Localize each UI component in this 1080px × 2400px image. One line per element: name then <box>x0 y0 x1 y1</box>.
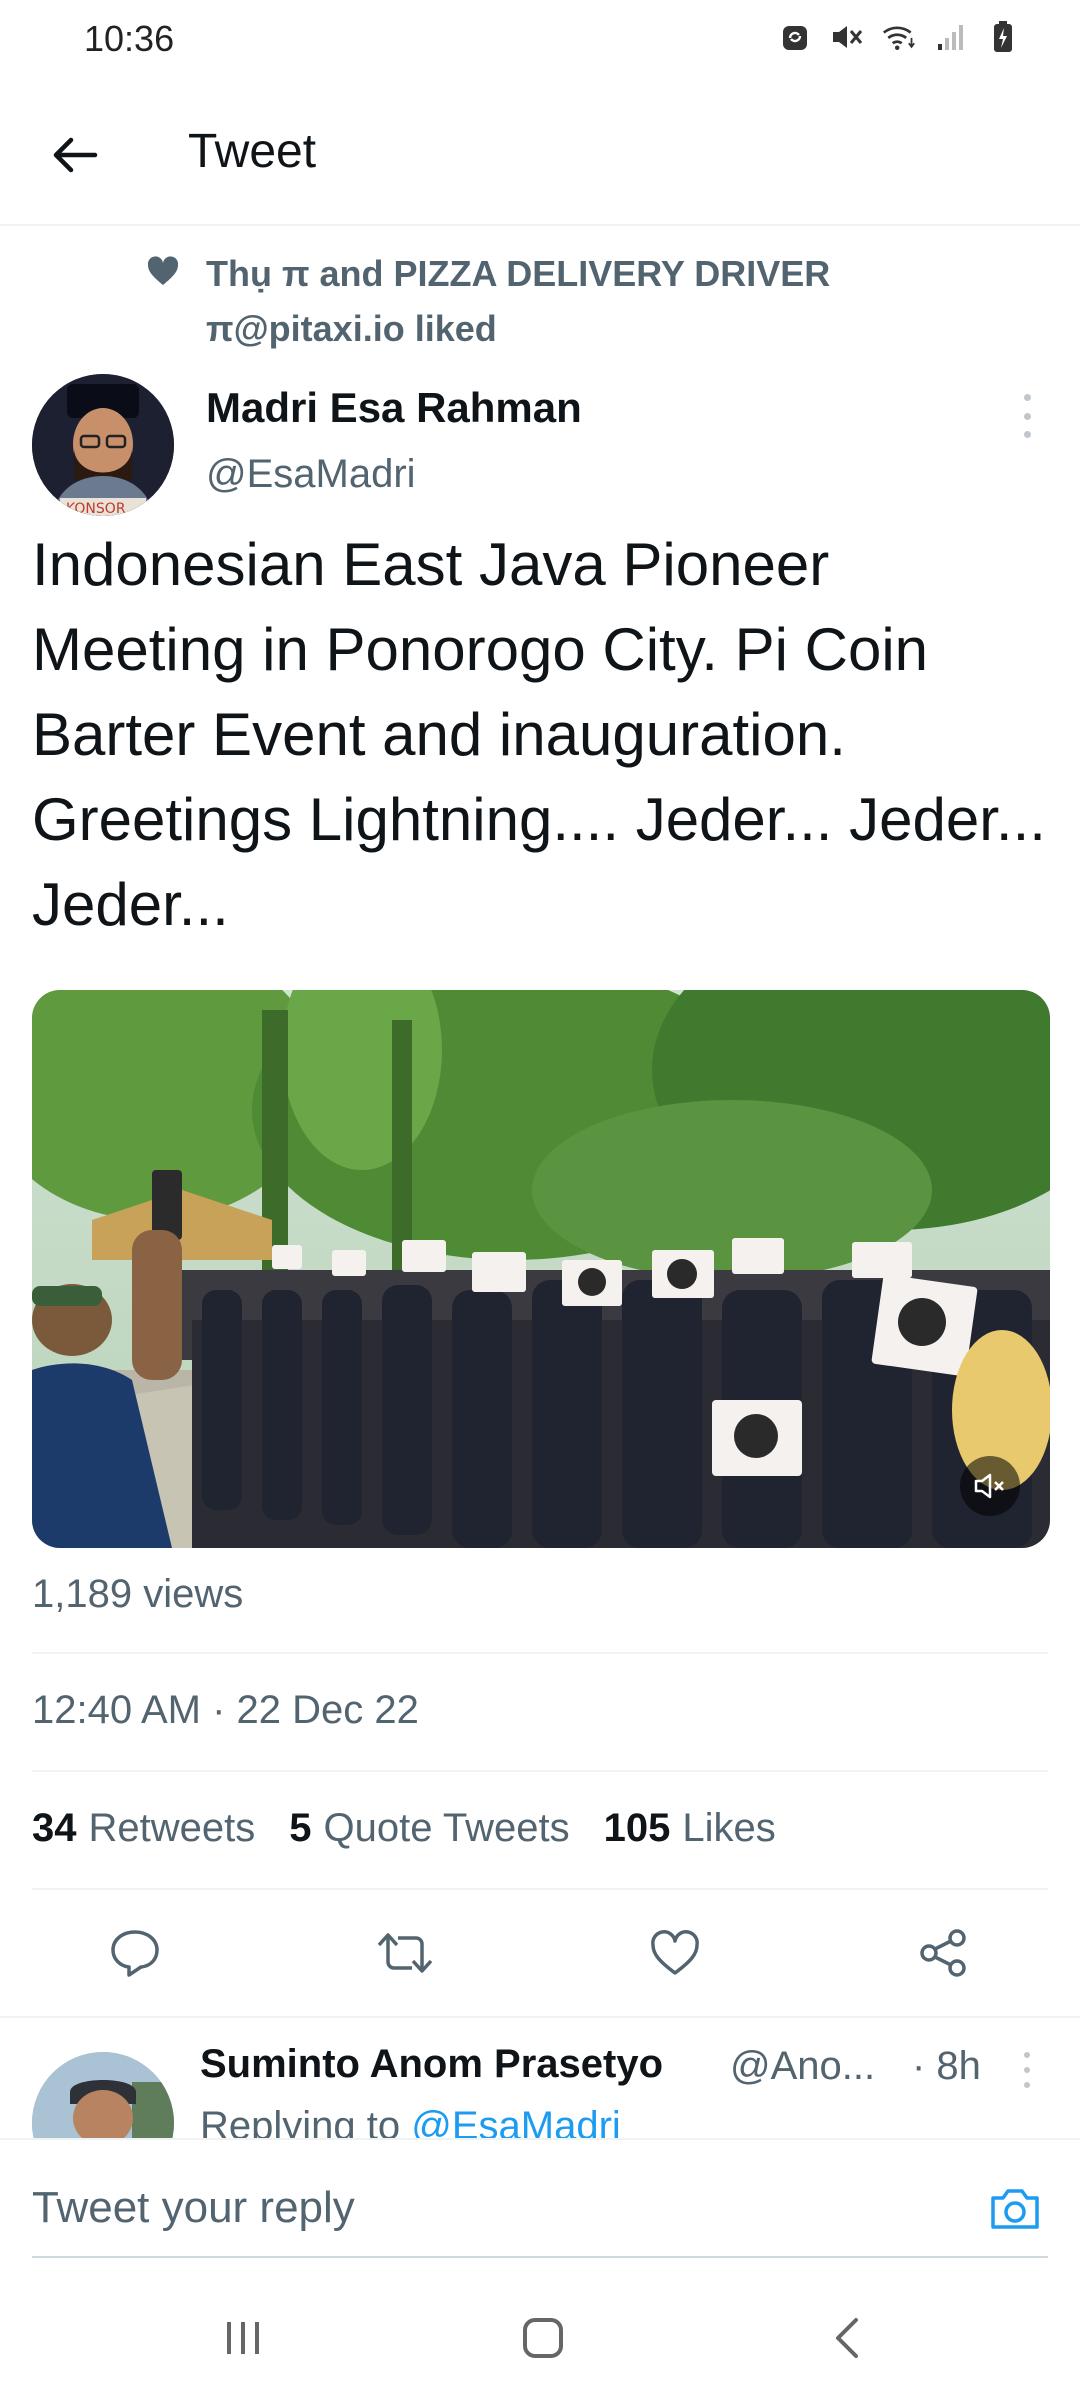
quote-tweets-stat[interactable]: 5 Quote Tweets <box>289 1806 569 1851</box>
chevron-left-icon <box>836 2318 858 2358</box>
dot <box>1024 2067 1030 2073</box>
like-icon <box>651 1930 699 1975</box>
author-handle[interactable]: @EsaMadri <box>206 452 416 497</box>
reply-button[interactable] <box>102 1920 168 1986</box>
likes-stat[interactable]: 105 Likes <box>604 1806 776 1851</box>
author-avatar[interactable]: KONSOR <box>32 374 174 516</box>
heart-icon <box>146 255 180 289</box>
status-bar: 10:36 <box>0 0 1080 80</box>
battery-charging-icon <box>986 20 1020 54</box>
likes-label: Likes <box>682 1806 776 1850</box>
divider <box>32 1652 1048 1654</box>
dot <box>1023 431 1031 438</box>
home-icon <box>523 2318 563 2358</box>
wifi-icon <box>882 20 916 54</box>
engagement-stats: 34 Retweets 5 Quote Tweets 105 Likes <box>32 1806 776 1851</box>
reply-input[interactable] <box>32 2180 932 2236</box>
signal-icon <box>934 20 968 54</box>
back-button[interactable] <box>40 120 110 190</box>
arrow-left-icon <box>53 137 98 173</box>
dot <box>1023 394 1031 401</box>
tweet-timestamp: 12:40 AM · 22 Dec 22 <box>32 1688 419 1732</box>
retweet-icon <box>377 1933 433 1973</box>
composer-underline <box>32 2256 1048 2258</box>
back-nav-button[interactable] <box>812 2308 882 2368</box>
quote-tweets-label: Quote Tweets <box>323 1806 570 1850</box>
tweet-text: Indonesian East Java Pioneer Meeting in … <box>32 531 1046 938</box>
quote-tweets-count: 5 <box>289 1806 312 1850</box>
recents-icon <box>227 2322 259 2354</box>
reply-author-name[interactable]: Suminto Anom Prasetyo <box>200 2042 663 2087</box>
tweet-video[interactable] <box>32 990 1050 1548</box>
divider <box>32 1888 1048 1890</box>
dot <box>1023 412 1031 420</box>
more-options-button[interactable] <box>1012 394 1042 438</box>
recents-button[interactable] <box>208 2308 278 2368</box>
volume-off-icon <box>974 1473 1004 1499</box>
share-icon <box>920 1929 966 1977</box>
divider <box>0 2016 1080 2018</box>
like-button[interactable] <box>642 1920 708 1986</box>
dot <box>1024 2082 1030 2088</box>
status-icons <box>778 20 1020 54</box>
camera-button[interactable] <box>986 2180 1044 2238</box>
sync-icon <box>778 20 812 54</box>
share-button[interactable] <box>910 1920 976 1986</box>
author-name[interactable]: Madri Esa Rahman <box>206 384 582 432</box>
header: Tweet <box>0 80 1080 226</box>
dot <box>1024 2052 1030 2058</box>
reply-time: · 8h <box>912 2044 981 2088</box>
reply-icon <box>111 1930 159 1977</box>
reply-more-options-button[interactable] <box>1020 2052 1034 2088</box>
retweet-button[interactable] <box>372 1920 438 1986</box>
retweets-stat[interactable]: 34 Retweets <box>32 1806 255 1851</box>
page-title: Tweet <box>188 125 317 178</box>
mute-button[interactable] <box>960 1456 1020 1516</box>
divider <box>32 1770 1048 1772</box>
views-count: 1,189 views <box>32 1572 244 1616</box>
reply-author-handle[interactable]: @Ano... <box>730 2044 875 2089</box>
camera-icon <box>991 2189 1039 2229</box>
retweets-count: 34 <box>32 1806 77 1850</box>
retweets-label: Retweets <box>88 1806 256 1850</box>
home-button[interactable] <box>508 2308 578 2368</box>
status-time: 10:36 <box>84 18 175 59</box>
mute-icon <box>830 20 864 54</box>
social-context-text[interactable]: Thụ π and PIZZA DELIVERY DRIVER π@pitaxi… <box>206 246 1026 356</box>
svg-text:KONSOR: KONSOR <box>66 501 126 516</box>
likes-count: 105 <box>603 1806 671 1850</box>
